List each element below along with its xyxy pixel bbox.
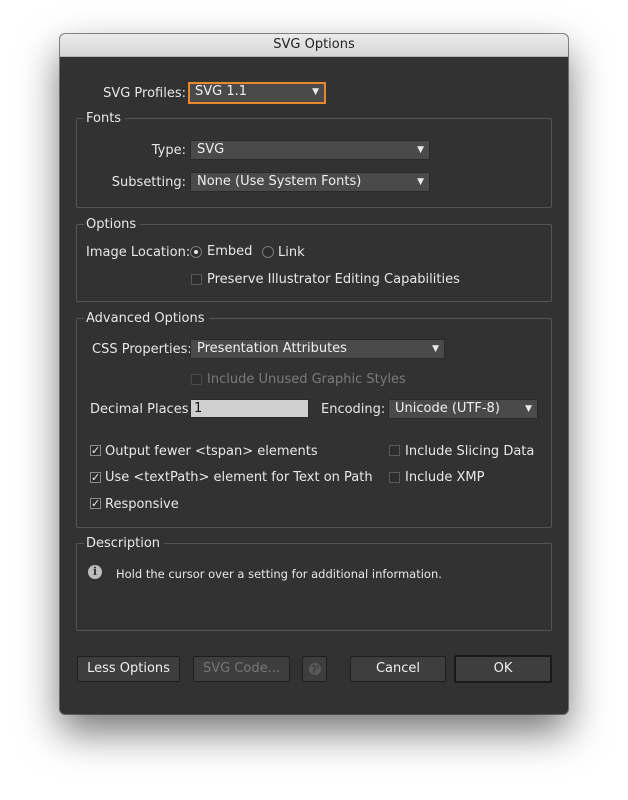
font-subsetting-dropdown[interactable]: None (Use System Fonts) ▼ <box>190 172 430 192</box>
encoding-value: Unicode (UTF-8) <box>395 401 500 416</box>
textpath-label[interactable]: Use <textPath> element for Text on Path <box>105 470 373 486</box>
less-options-button[interactable]: Less Options <box>77 656 180 682</box>
fewer-tspan-label[interactable]: Output fewer <tspan> elements <box>105 444 318 460</box>
link-radio-label[interactable]: Link <box>278 245 305 261</box>
chevron-down-icon: ▼ <box>525 404 532 414</box>
embed-radio[interactable] <box>190 246 202 258</box>
css-properties-dropdown[interactable]: Presentation Attributes ▼ <box>190 339 445 359</box>
options-group <box>76 224 552 302</box>
include-xmp-label[interactable]: Include XMP <box>405 470 484 486</box>
svg-profiles-dropdown[interactable]: SVG 1.1 ▼ <box>188 82 326 104</box>
css-properties-label: CSS Properties: <box>92 342 192 357</box>
globe-button[interactable] <box>302 656 327 682</box>
chevron-down-icon: ▼ <box>312 87 319 97</box>
chevron-down-icon: ▼ <box>432 344 439 354</box>
svg-code-button[interactable]: SVG Code... <box>193 656 290 682</box>
ok-button[interactable]: OK <box>454 655 552 683</box>
advanced-options-group-title: Advanced Options <box>84 311 209 327</box>
link-radio[interactable] <box>262 246 274 258</box>
responsive-checkbox[interactable]: ✓ <box>90 498 101 509</box>
svg-options-dialog: SVG Options SVG Profiles: SVG 1.1 ▼ Font… <box>60 34 568 714</box>
include-xmp-checkbox[interactable] <box>389 472 400 483</box>
css-properties-value: Presentation Attributes <box>197 341 347 356</box>
slicing-data-checkbox[interactable] <box>389 445 400 456</box>
globe-icon <box>308 663 321 675</box>
description-text: Hold the cursor over a setting for addit… <box>116 567 442 581</box>
encoding-label: Encoding: <box>321 402 386 417</box>
slicing-data-label[interactable]: Include Slicing Data <box>405 444 534 460</box>
font-type-dropdown[interactable]: SVG ▼ <box>190 140 430 160</box>
svg-profiles-label: SVG Profiles: <box>103 86 186 101</box>
info-icon: i <box>88 565 102 579</box>
decimal-places-input[interactable]: 1 <box>190 399 309 418</box>
chevron-down-icon: ▼ <box>417 177 424 187</box>
options-group-title: Options <box>84 217 141 233</box>
fonts-group <box>76 118 552 208</box>
font-type-value: SVG <box>197 142 225 157</box>
font-type-label: Type: <box>151 143 186 158</box>
description-group <box>76 543 552 631</box>
textpath-checkbox[interactable]: ✓ <box>90 472 101 483</box>
description-group-title: Description <box>84 536 165 552</box>
image-location-label: Image Location: <box>86 245 191 260</box>
dialog-title: SVG Options <box>60 34 568 57</box>
decimal-places-label: Decimal Places: <box>90 402 193 417</box>
responsive-label[interactable]: Responsive <box>105 497 179 513</box>
include-unused-styles-label: Include Unused Graphic Styles <box>207 372 406 387</box>
fonts-group-title: Fonts <box>84 111 126 127</box>
preserve-editing-checkbox[interactable] <box>191 274 202 285</box>
preserve-editing-label[interactable]: Preserve Illustrator Editing Capabilitie… <box>207 272 460 288</box>
font-subsetting-label: Subsetting: <box>111 175 186 190</box>
font-subsetting-value: None (Use System Fonts) <box>197 174 362 189</box>
encoding-dropdown[interactable]: Unicode (UTF-8) ▼ <box>388 399 538 419</box>
chevron-down-icon: ▼ <box>417 145 424 155</box>
fewer-tspan-checkbox[interactable]: ✓ <box>90 445 101 456</box>
include-unused-styles-checkbox[interactable] <box>191 374 202 385</box>
svg-profiles-value: SVG 1.1 <box>195 84 248 99</box>
cancel-button[interactable]: Cancel <box>350 656 446 682</box>
embed-radio-label[interactable]: Embed <box>207 244 252 260</box>
